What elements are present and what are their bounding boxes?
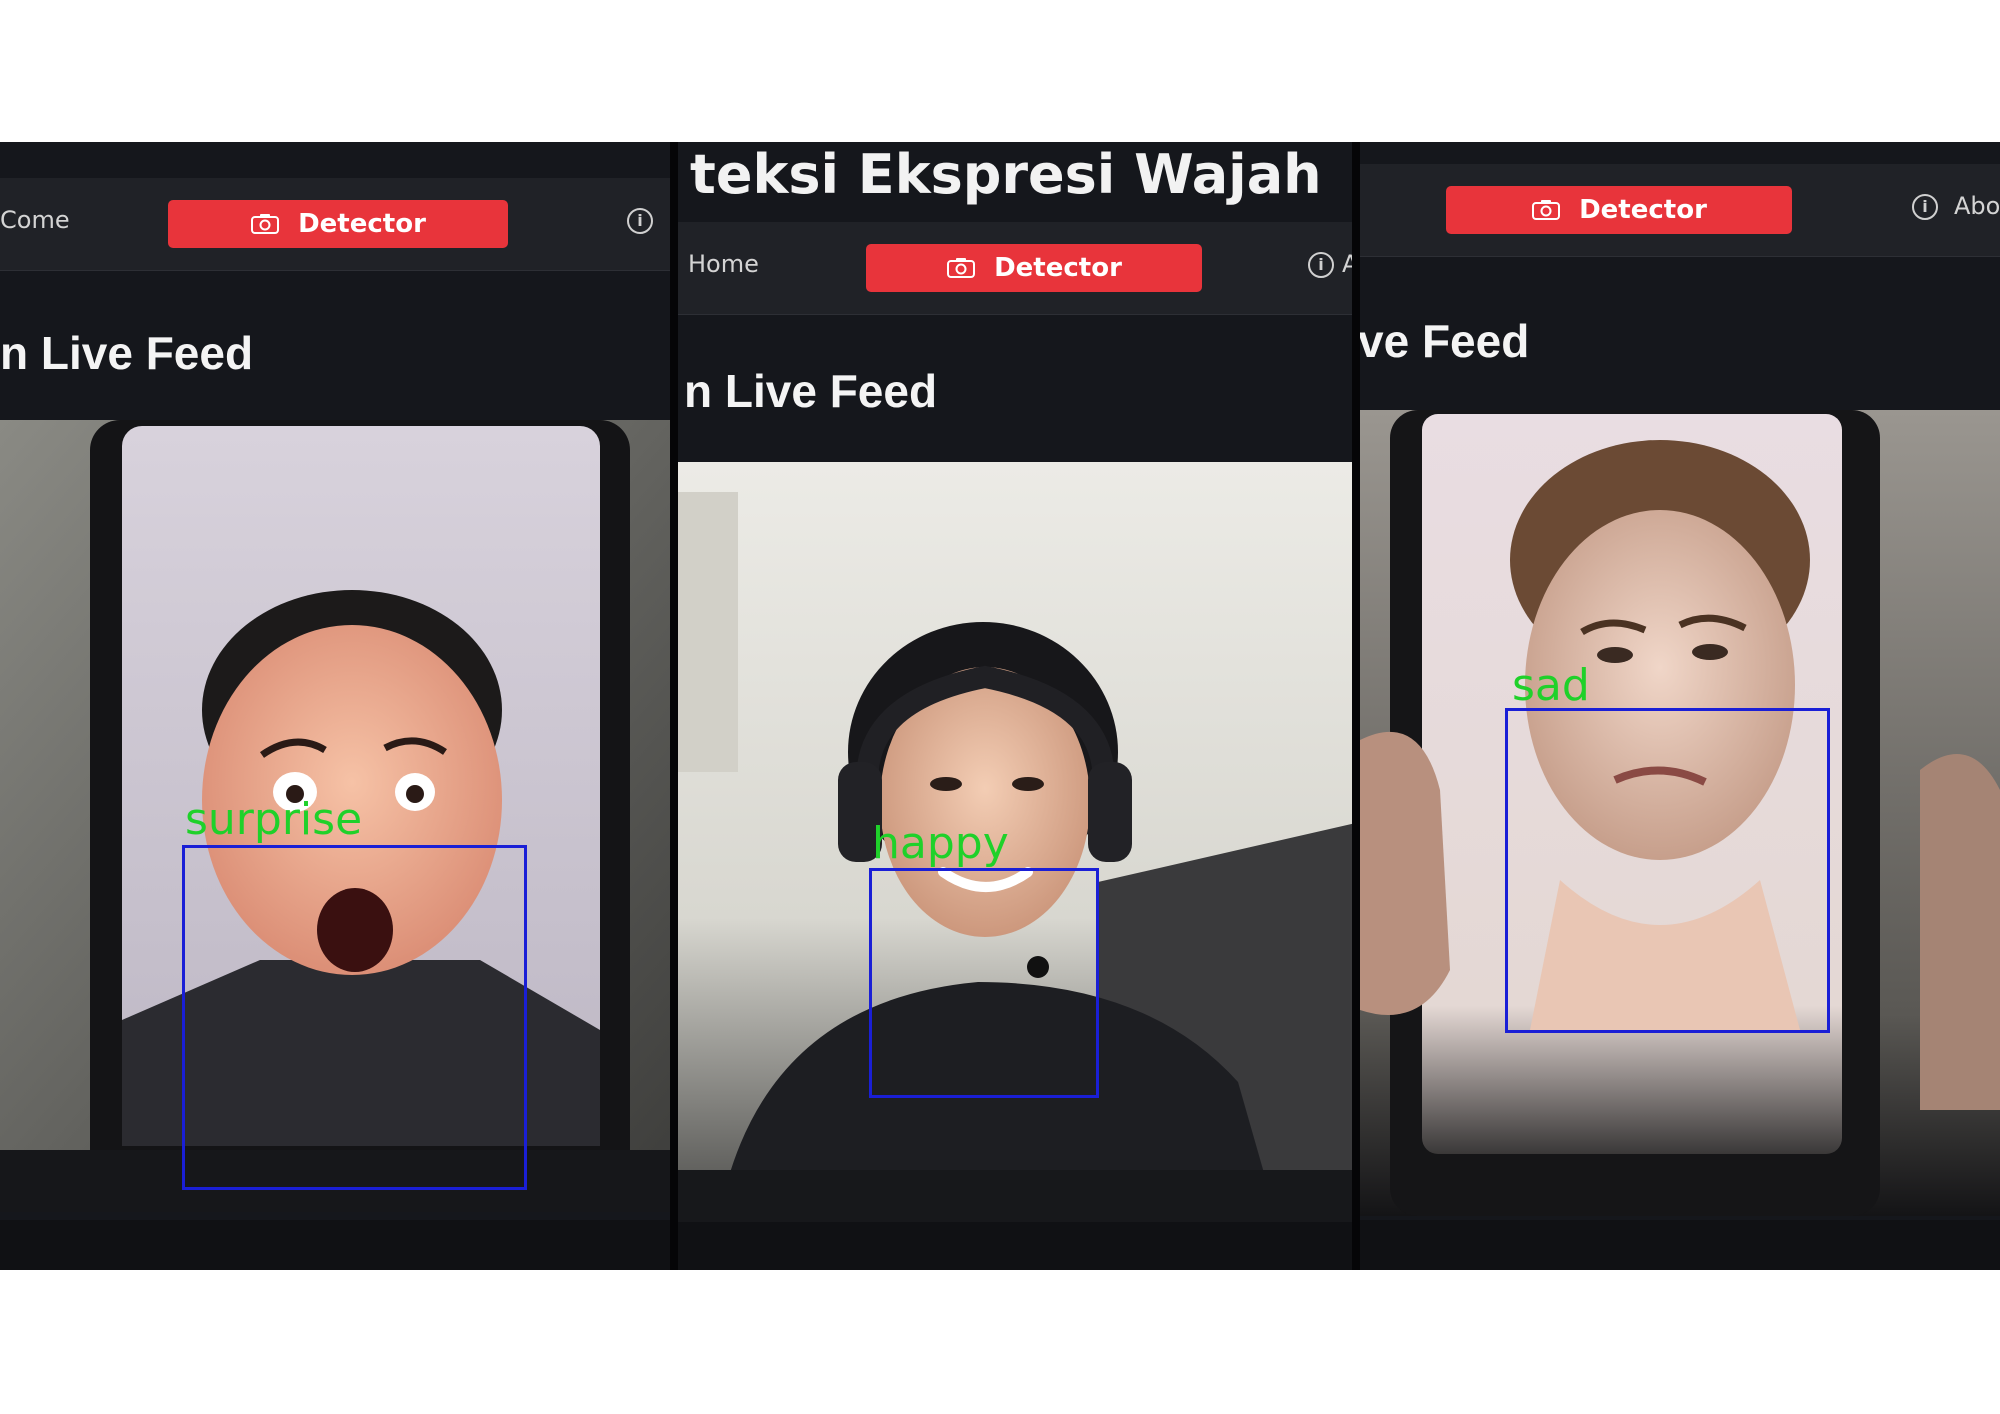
video-feed: happy	[678, 462, 1352, 1222]
detector-label: Detector	[1579, 195, 1707, 225]
app-panel-happy: teksi Ekspresi Wajah Home Detector i A n…	[678, 142, 1360, 1270]
detection-label: surprise	[185, 794, 363, 845]
feed-title: ve Feed	[1360, 315, 1530, 367]
detector-button[interactable]: Detector	[1446, 186, 1792, 234]
video-feed: surprise	[0, 420, 670, 1212]
detector-label: Detector	[994, 253, 1122, 283]
bottom-bar	[0, 1220, 670, 1270]
feed-title: n Live Feed	[0, 327, 254, 379]
nav-home-link[interactable]: Come	[0, 206, 70, 234]
nav-about-link[interactable]: Abo	[1954, 192, 2000, 220]
info-icon[interactable]: i	[1308, 252, 1334, 278]
bottom-bar	[678, 1222, 1352, 1270]
nav-about-link[interactable]: A	[1342, 250, 1352, 278]
feed-title: n Live Feed	[684, 365, 938, 417]
camera-icon	[1532, 200, 1561, 220]
navbar: Home Detector i A	[678, 222, 1352, 315]
detector-button[interactable]: Detector	[168, 200, 508, 248]
bottom-bar	[1360, 1220, 2000, 1270]
navbar: Detector i Abo	[1360, 164, 2000, 257]
camera-icon	[251, 214, 280, 234]
info-icon[interactable]: i	[627, 208, 653, 234]
detector-label: Detector	[298, 209, 426, 239]
camera-icon	[947, 258, 976, 278]
nav-home-link[interactable]: Home	[688, 250, 759, 278]
screenshot-collage: Come Detector i n Live Feed surprise tek…	[0, 142, 2000, 1270]
detector-button[interactable]: Detector	[866, 244, 1202, 292]
app-panel-sad: Detector i Abo ve Feed sad	[1360, 142, 2000, 1270]
navbar: Come Detector i	[0, 178, 670, 271]
app-panel-surprise: Come Detector i n Live Feed surprise	[0, 142, 678, 1270]
video-feed: sad	[1360, 410, 2000, 1216]
detection-box	[182, 845, 527, 1190]
info-icon[interactable]: i	[1912, 194, 1938, 220]
detection-box	[869, 868, 1099, 1098]
video-frame	[678, 462, 1352, 1222]
detection-label: sad	[1512, 660, 1590, 711]
detection-label: happy	[872, 818, 1009, 869]
page-heading: teksi Ekspresi Wajah	[690, 143, 1322, 206]
detection-box	[1505, 708, 1830, 1033]
